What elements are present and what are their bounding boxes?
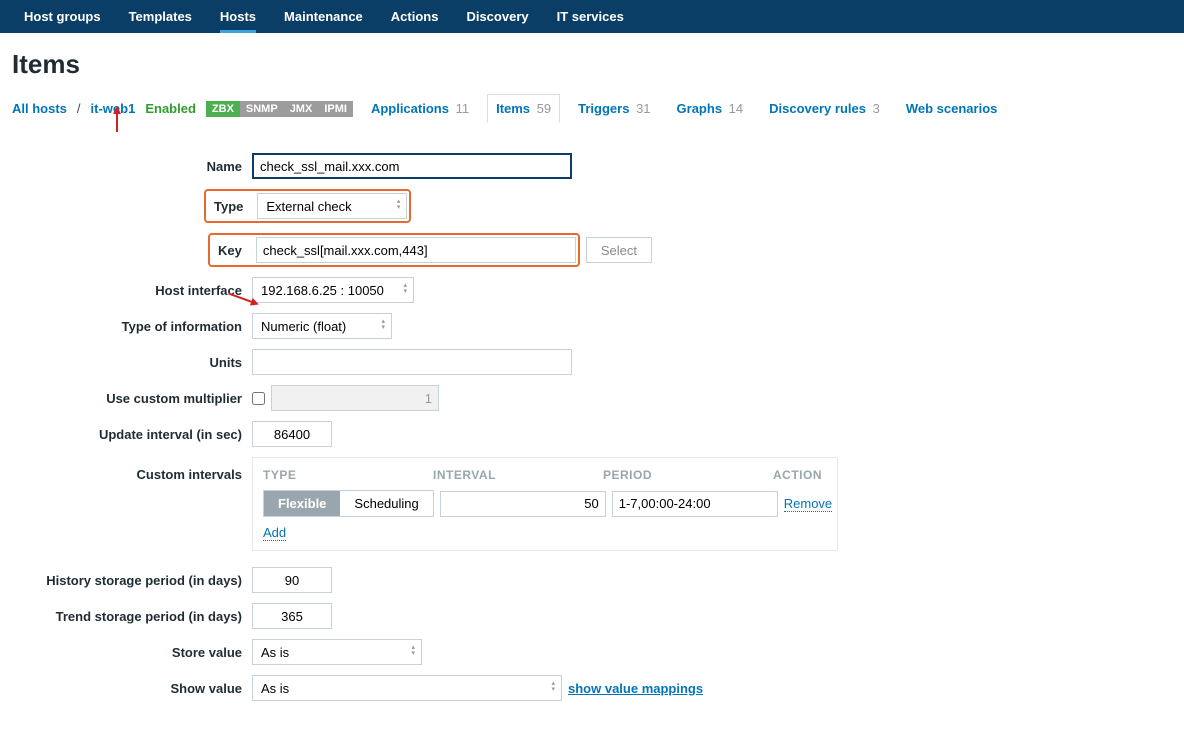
tab-discovery-rules[interactable]: Discovery rules 3	[761, 95, 888, 122]
tab-label: Triggers	[578, 101, 629, 116]
store-value-select-wrap: As is	[252, 639, 422, 665]
breadcrumb-sep: /	[77, 101, 81, 116]
type-highlight: Type External check	[204, 189, 411, 223]
type-select-wrap: External check	[257, 193, 407, 219]
nav-templates[interactable]: Templates	[115, 0, 206, 33]
nav-actions[interactable]: Actions	[377, 0, 453, 33]
tab-applications[interactable]: Applications 11	[363, 95, 477, 122]
toi-select[interactable]: Numeric (float)	[253, 314, 391, 338]
key-input[interactable]	[256, 237, 576, 263]
nav-hosts[interactable]: Hosts	[206, 0, 270, 33]
hostif-label: Host interface	[12, 283, 252, 298]
key-highlight: Key	[208, 233, 580, 267]
badge-snmp: SNMP	[240, 101, 284, 117]
key-label: Key	[212, 243, 248, 258]
tab-count: 59	[537, 101, 551, 116]
ci-remove-link[interactable]: Remove	[784, 496, 832, 512]
sub-nav: All hosts / it-web1 Enabled ZBX SNMP JMX…	[12, 94, 1172, 123]
tab-label: Web scenarios	[906, 101, 998, 116]
nav-host-groups[interactable]: Host groups	[10, 0, 115, 33]
ci-interval-input[interactable]	[440, 491, 606, 517]
ci-head-interval: INTERVAL	[433, 468, 603, 482]
update-interval-label: Update interval (in sec)	[12, 427, 252, 442]
ci-head-period: PERIOD	[603, 468, 773, 482]
ci-add-link[interactable]: Add	[263, 525, 286, 541]
tab-label: Items	[496, 101, 530, 116]
toi-label: Type of information	[12, 319, 252, 334]
tab-label: Graphs	[677, 101, 723, 116]
ci-period-input[interactable]	[612, 491, 778, 517]
units-input[interactable]	[252, 349, 572, 375]
store-value-label: Store value	[12, 645, 252, 660]
multiplier-label: Use custom multiplier	[12, 391, 252, 406]
trend-label: Trend storage period (in days)	[12, 609, 252, 624]
breadcrumb-all-hosts[interactable]: All hosts	[12, 101, 67, 116]
nav-maintenance[interactable]: Maintenance	[270, 0, 377, 33]
custom-intervals-table: TYPE INTERVAL PERIOD ACTION Flexible Sch…	[252, 457, 838, 551]
badge-ipmi: IPMI	[318, 101, 353, 117]
ci-flexible-button[interactable]: Flexible	[264, 491, 340, 516]
ci-type-segment: Flexible Scheduling	[263, 490, 434, 517]
show-value-mappings-link[interactable]: show value mappings	[568, 681, 703, 696]
annotation-arrow-icon	[116, 112, 118, 132]
history-label: History storage period (in days)	[12, 573, 252, 588]
name-label: Name	[12, 159, 252, 174]
store-value-select[interactable]: As is	[253, 640, 421, 664]
name-input[interactable]	[254, 155, 570, 177]
host-status: Enabled	[145, 101, 196, 116]
hostif-select[interactable]: 192.168.6.25 : 10050	[253, 278, 413, 302]
trend-input[interactable]	[252, 603, 332, 629]
nav-it-services[interactable]: IT services	[543, 0, 638, 33]
history-input[interactable]	[252, 567, 332, 593]
top-nav: Host groups Templates Hosts Maintenance …	[0, 0, 1184, 33]
hostif-select-wrap: 192.168.6.25 : 10050	[252, 277, 414, 303]
units-label: Units	[12, 355, 252, 370]
tab-count: 11	[456, 101, 470, 116]
type-select[interactable]: External check	[258, 194, 406, 218]
show-value-label: Show value	[12, 681, 252, 696]
tab-count: 31	[636, 101, 650, 116]
tab-graphs[interactable]: Graphs 14	[669, 95, 752, 122]
badge-jmx: JMX	[284, 101, 319, 117]
tab-label: Discovery rules	[769, 101, 866, 116]
multiplier-input	[271, 385, 439, 411]
type-label: Type	[208, 199, 249, 214]
toi-select-wrap: Numeric (float)	[252, 313, 392, 339]
tab-label: Applications	[371, 101, 449, 116]
tab-count: 14	[729, 101, 743, 116]
nav-discovery[interactable]: Discovery	[452, 0, 542, 33]
tab-web-scenarios[interactable]: Web scenarios	[898, 95, 1006, 122]
tab-count: 3	[873, 101, 880, 116]
tab-triggers[interactable]: Triggers 31	[570, 95, 658, 122]
show-value-select-wrap: As is	[252, 675, 562, 701]
ci-head-type: TYPE	[263, 468, 433, 482]
item-form: Name Type External check	[12, 139, 1172, 701]
name-frame	[252, 153, 572, 179]
key-select-button[interactable]: Select	[586, 237, 652, 263]
custom-intervals-label: Custom intervals	[12, 457, 252, 482]
tab-items[interactable]: Items 59	[487, 94, 560, 123]
ci-scheduling-button[interactable]: Scheduling	[340, 491, 432, 516]
badge-zbx: ZBX	[206, 101, 240, 117]
update-interval-input[interactable]	[252, 421, 332, 447]
page-title: Items	[12, 49, 1172, 80]
ci-head-action: ACTION	[773, 468, 827, 482]
show-value-select[interactable]: As is	[253, 676, 561, 700]
multiplier-checkbox[interactable]	[252, 392, 265, 405]
agent-badges: ZBX SNMP JMX IPMI	[206, 101, 353, 117]
